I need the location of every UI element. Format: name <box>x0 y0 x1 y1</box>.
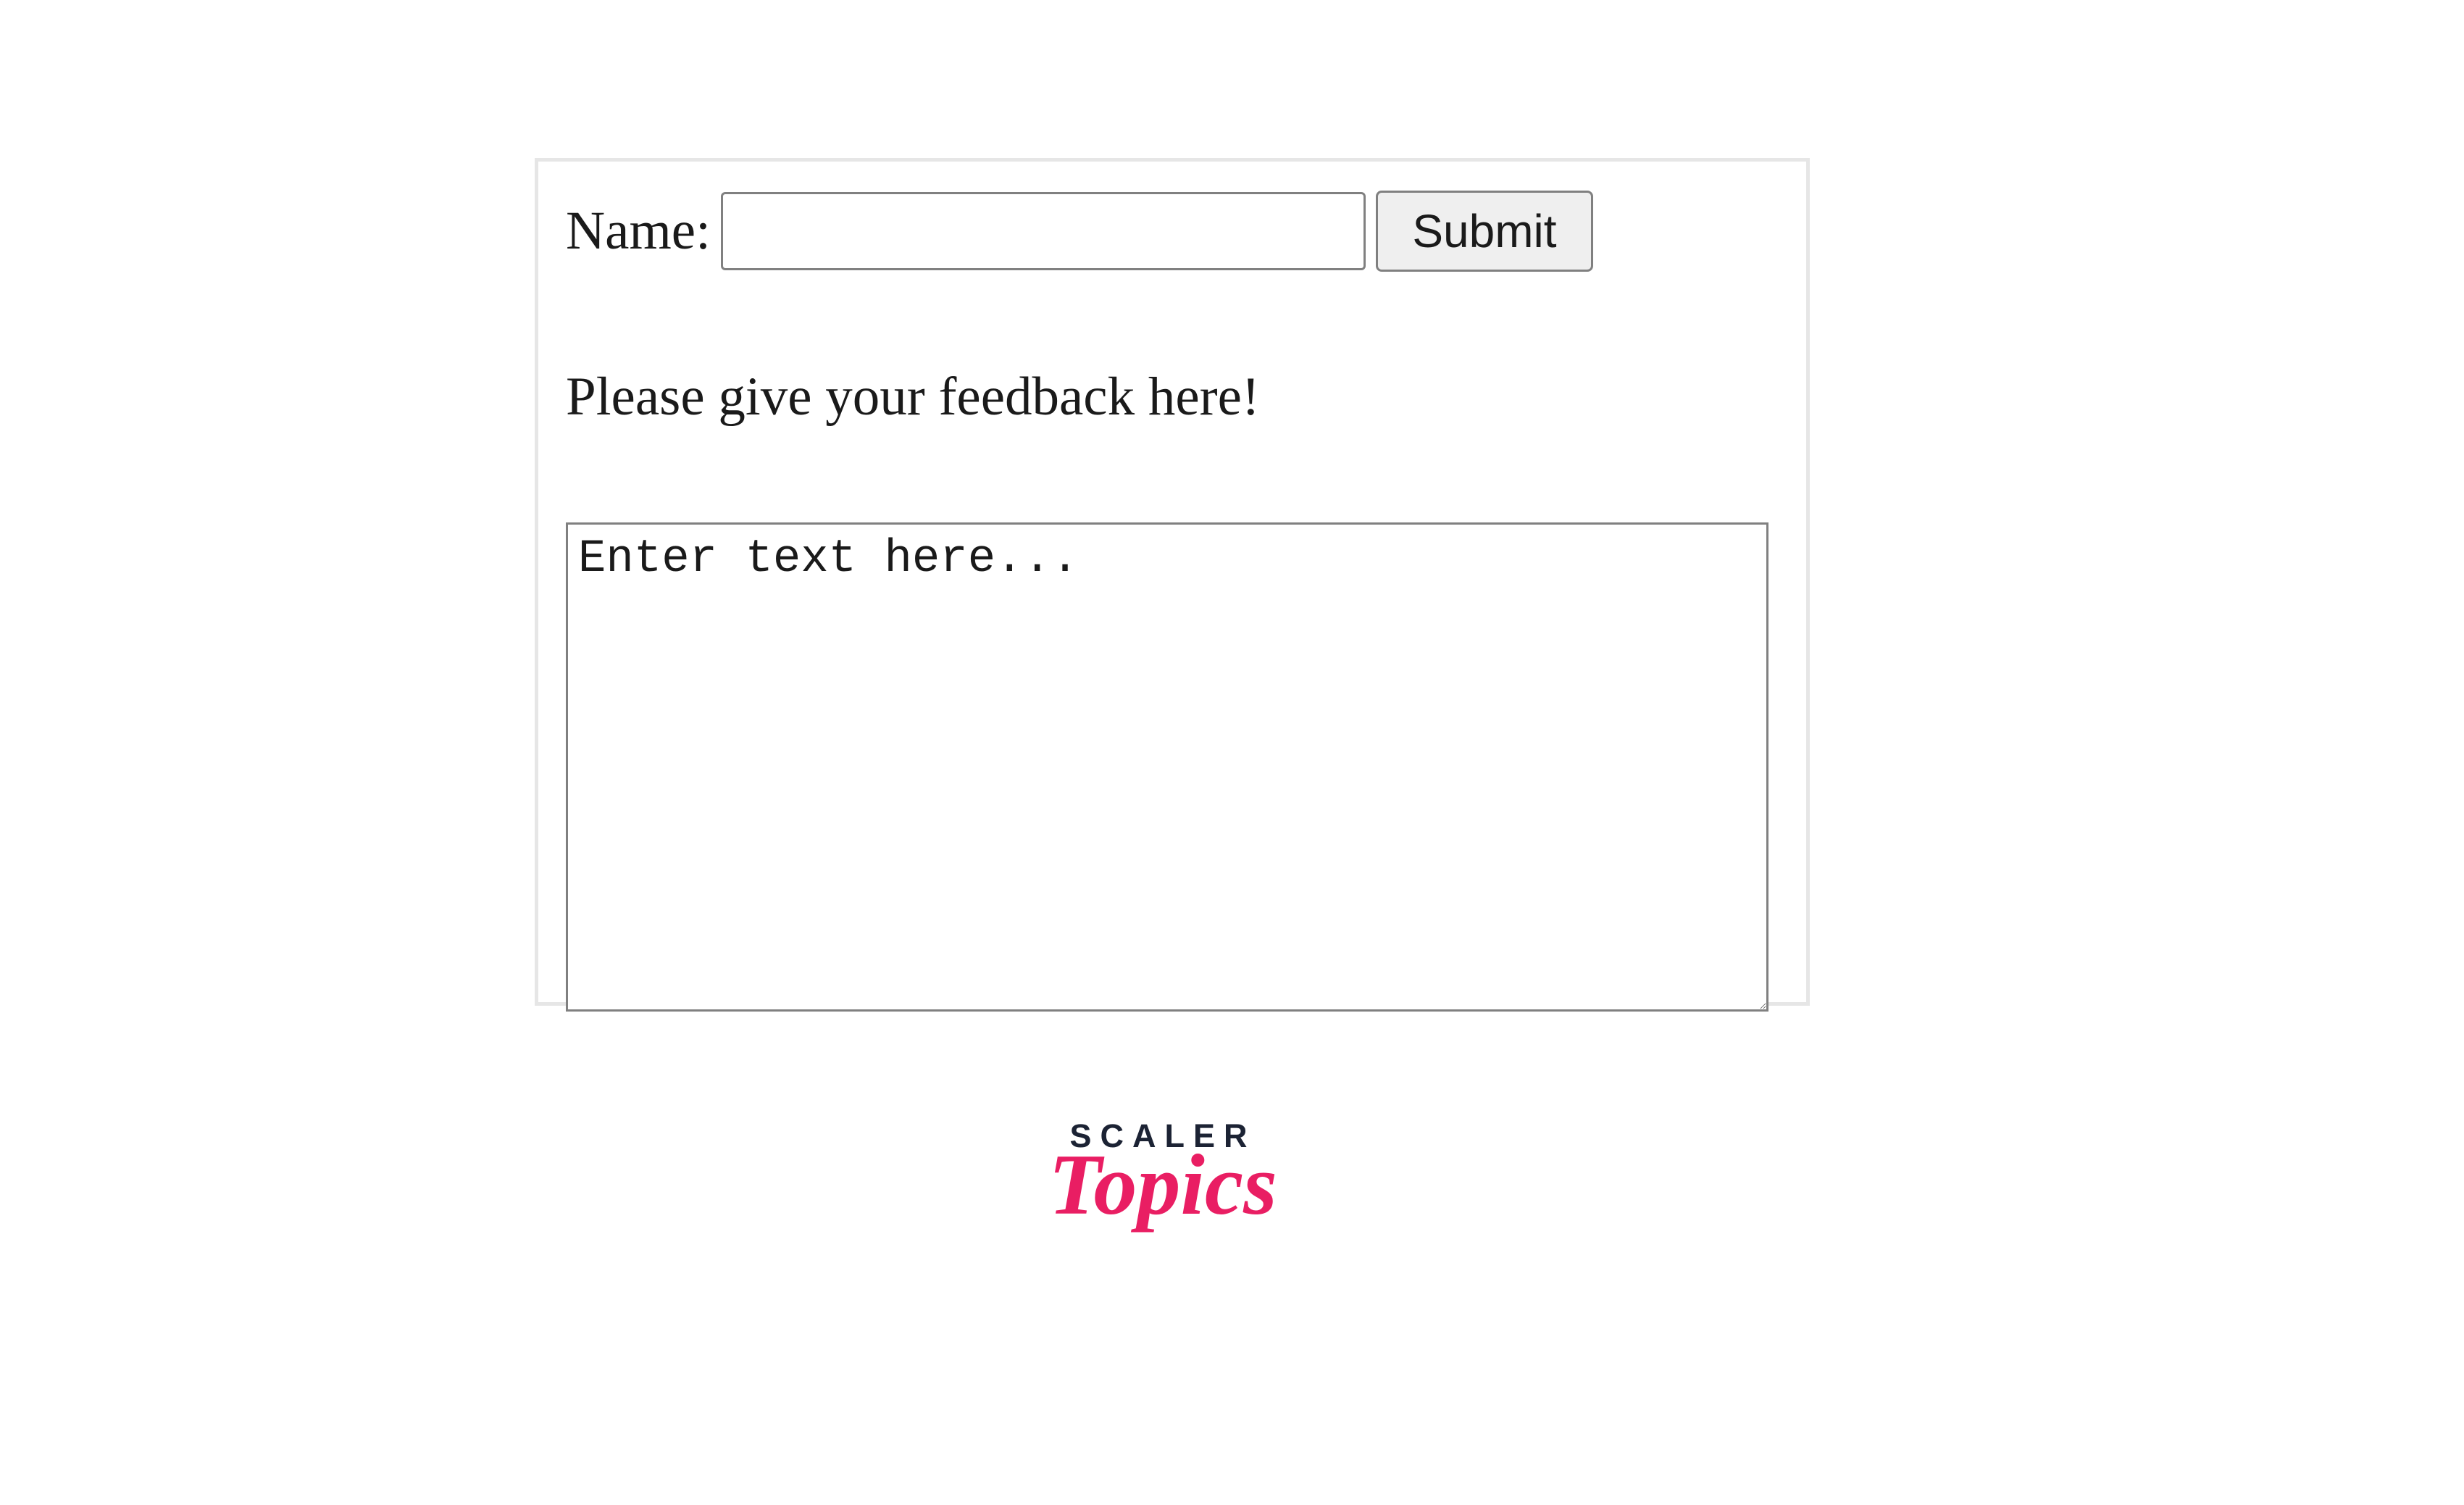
name-row: Name: Submit <box>566 191 1779 272</box>
name-input[interactable] <box>721 192 1366 270</box>
logo-topics-text: Topics <box>1025 1148 1300 1222</box>
feedback-form-panel: Name: Submit Please give your feedback h… <box>535 158 1810 1006</box>
feedback-prompt: Please give your feedback here! <box>566 366 1779 428</box>
feedback-textarea[interactable] <box>566 522 1768 1012</box>
scaler-topics-logo: SCALER Topics <box>1025 1120 1300 1222</box>
submit-button[interactable]: Submit <box>1376 191 1593 272</box>
name-label: Name: <box>566 200 711 262</box>
